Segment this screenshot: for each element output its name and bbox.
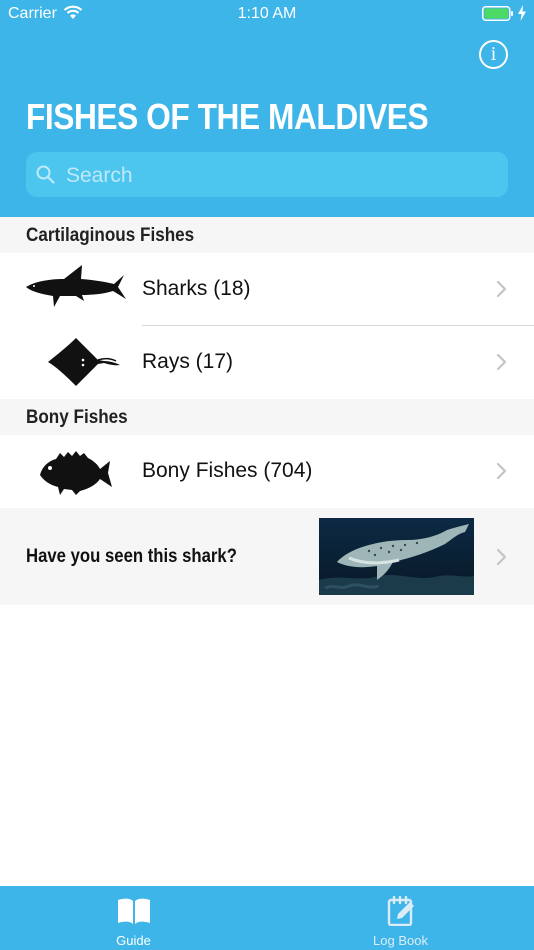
search-input[interactable]: [64, 152, 498, 199]
ray-icon: [48, 338, 120, 386]
search-bar[interactable]: [26, 152, 508, 199]
chevron-right-icon: [496, 280, 507, 298]
category-row-rays[interactable]: Rays (17): [0, 326, 534, 398]
section-header-bony: Bony Fishes: [0, 399, 534, 435]
category-label: Sharks (18): [142, 277, 251, 300]
tab-bar: Guide Log Book: [0, 886, 534, 950]
tab-log-book[interactable]: Log Book: [267, 886, 534, 950]
app-header: Carrier 1:10 AM i FISHES OF THE MALDIVES: [0, 0, 534, 217]
tab-label: Guide: [116, 933, 151, 948]
status-time: 1:10 AM: [237, 5, 297, 22]
search-icon: [36, 165, 55, 184]
section-title: Cartilaginous Fishes: [26, 225, 195, 246]
status-bar: Carrier 1:10 AM: [0, 0, 534, 28]
category-row-sharks[interactable]: Sharks (18): [0, 253, 534, 325]
book-icon: [118, 898, 150, 924]
chevron-right-icon: [496, 462, 507, 480]
chevron-right-icon: [496, 353, 507, 371]
featured-prompt: Have you seen this shark?: [26, 546, 237, 567]
section-title: Bony Fishes: [26, 407, 128, 428]
featured-shark-card[interactable]: Have you seen this shark?: [0, 508, 534, 605]
bony-fish-icon: [40, 451, 112, 495]
category-label: Bony Fishes (704): [142, 459, 313, 482]
battery-icon: [482, 6, 513, 21]
info-button[interactable]: i: [479, 40, 508, 69]
section-header-cartilaginous: Cartilaginous Fishes: [0, 217, 534, 253]
info-icon: i: [490, 43, 497, 65]
tab-label: Log Book: [373, 933, 428, 948]
chevron-right-icon: [496, 548, 507, 566]
category-label: Rays (17): [142, 350, 234, 373]
page-title: FISHES OF THE MALDIVES: [26, 96, 429, 137]
logbook-edit-icon: [387, 896, 414, 926]
category-row-bony-fishes[interactable]: Bony Fishes (704): [0, 435, 534, 507]
tab-guide[interactable]: Guide: [0, 886, 267, 950]
charging-bolt-icon: [518, 5, 526, 21]
shark-icon: [26, 265, 126, 307]
zebra-shark-photo: [319, 518, 474, 595]
